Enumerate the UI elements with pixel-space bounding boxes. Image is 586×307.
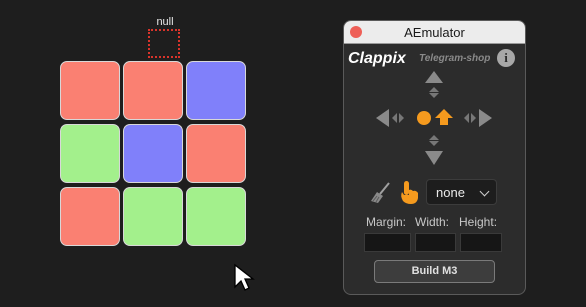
direction-pad — [376, 71, 492, 165]
mouse-cursor-icon — [234, 263, 255, 291]
null-slot — [148, 29, 180, 58]
nudge-right-small-left-icon[interactable] — [464, 113, 469, 123]
height-input[interactable] — [460, 233, 502, 252]
anchor-center-icon[interactable] — [417, 111, 431, 125]
arrow-right-icon[interactable] — [479, 109, 492, 127]
arrow-down-icon[interactable] — [425, 151, 443, 165]
mode-select[interactable]: none — [426, 179, 497, 205]
chevron-down-icon — [479, 186, 490, 197]
margin-label: Margin: — [366, 215, 407, 229]
mode-select-value: none — [436, 185, 465, 200]
nudge-down-small-icon[interactable] — [429, 141, 439, 146]
width-input[interactable] — [415, 233, 456, 252]
arrow-left-icon[interactable] — [376, 109, 389, 127]
nudge-left-small-right-icon[interactable] — [399, 113, 404, 123]
arrow-up-icon[interactable] — [425, 71, 443, 83]
build-button[interactable]: Build M3 — [374, 260, 495, 283]
height-label: Height: — [459, 215, 498, 229]
nudge-down-small-up-icon[interactable] — [429, 135, 439, 140]
tile-blue[interactable] — [186, 61, 246, 120]
width-label: Width: — [415, 215, 450, 229]
nudge-left-small-icon[interactable] — [392, 113, 397, 123]
nudge-up-small-icon[interactable] — [429, 87, 439, 92]
tile-red[interactable] — [186, 124, 246, 183]
aemulator-panel: AEmulator Clappix Telegram-shop i none M… — [343, 20, 526, 295]
nudge-up-small-down-icon[interactable] — [429, 93, 439, 98]
tile-red[interactable] — [60, 61, 120, 120]
broom-icon[interactable] — [369, 181, 393, 205]
null-label: null — [156, 16, 174, 28]
nudge-right-small-icon[interactable] — [471, 113, 476, 123]
anchor-up-icon[interactable] — [435, 109, 453, 125]
tile-blue[interactable] — [123, 124, 183, 183]
tile-red[interactable] — [60, 187, 120, 246]
hand-pointer-icon[interactable] — [398, 179, 420, 205]
tile-green[interactable] — [60, 124, 120, 183]
tile-red[interactable] — [123, 61, 183, 120]
tile-green[interactable] — [186, 187, 246, 246]
tile-green[interactable] — [123, 187, 183, 246]
margin-input[interactable] — [364, 233, 411, 252]
